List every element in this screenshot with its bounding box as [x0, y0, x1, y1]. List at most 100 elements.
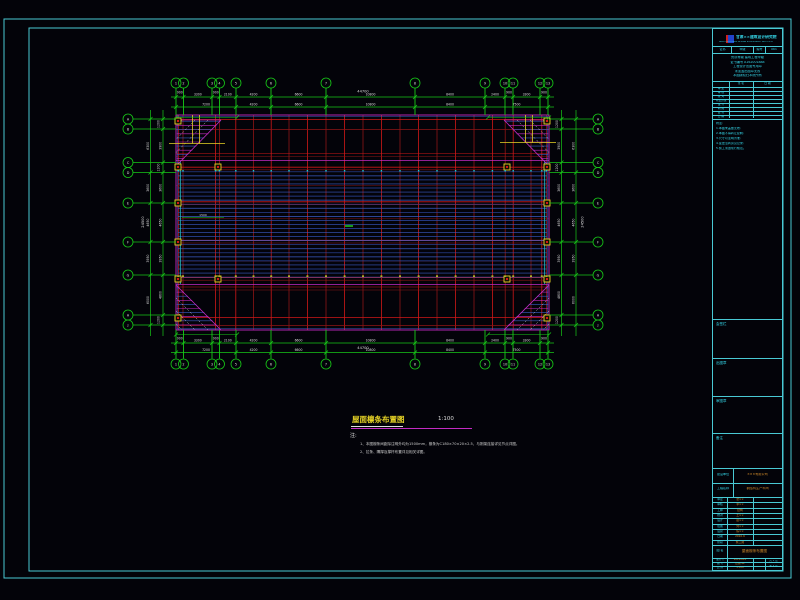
info-line: 工程设计出图专用章 — [713, 65, 782, 69]
axis-bubble-label: H — [597, 313, 600, 317]
dim-text: 900 — [506, 91, 512, 95]
axis-bubble-label: H — [127, 313, 130, 317]
title-block-divider — [713, 53, 782, 54]
sign-header: 签 名 — [730, 82, 752, 85]
axis-bubble-label: F — [127, 240, 129, 244]
axis-bubble-label: 11 — [511, 81, 515, 85]
dim-text: 3900 — [557, 142, 561, 150]
info-line: 证书编号 A162001888 — [713, 61, 782, 65]
wedge-hypotenuse — [504, 285, 549, 330]
column-marker-core — [177, 202, 179, 204]
dim-total-left: 24500 — [141, 216, 145, 228]
purlin-clip-dot — [541, 170, 542, 171]
purlin-clip-dot — [546, 170, 547, 171]
dim-text: 1200 — [156, 316, 160, 324]
axis-bubble-label: 6 — [270, 362, 272, 366]
purlin-clip-dot — [492, 170, 493, 171]
purlin-clip-dot — [455, 275, 457, 277]
dim-text: 4800 — [158, 291, 162, 299]
purlin-clip-dot — [541, 275, 543, 277]
tb-note-line: 4.变更洽商另见记录; — [716, 142, 744, 145]
axis-bubble-label: J — [127, 323, 129, 327]
dim-text: 3900 — [158, 142, 162, 150]
dim-text: 7500 — [513, 348, 521, 352]
info-line: 资质等级 建筑工程甲级 — [713, 56, 782, 60]
dim-text: 3950 — [557, 255, 561, 263]
dim-text: 3300 — [523, 93, 531, 97]
purlin-clip-dot — [362, 170, 363, 171]
axis-bubble-label: 1 — [175, 362, 177, 366]
dim-total-top: 44700 — [357, 89, 369, 93]
sheet-canvas: 15001234567891011121312345678910111213AB… — [0, 0, 800, 600]
dim-text: 6600 — [295, 338, 303, 342]
axis-bubble-label: E — [597, 201, 599, 205]
purlin-clip-dot — [344, 170, 345, 171]
column-marker-core — [546, 241, 548, 243]
company-name: 甘肃××建筑设计研究院 — [736, 35, 777, 39]
purlin-clip-dot — [178, 170, 179, 171]
dim-text: 3950 — [571, 255, 575, 263]
sheet-name-value: 屋面檩条布置图 — [728, 549, 781, 553]
cert-cell: 编号 — [754, 48, 765, 51]
dim-text: 1200 — [555, 120, 559, 128]
axis-bubble-label: 11 — [511, 362, 515, 366]
purlin-clip-dot — [504, 275, 506, 277]
info-line: 本图版权归本院所有 — [713, 74, 782, 78]
purlin-clip-dot — [399, 275, 401, 277]
title-block-divider — [713, 483, 782, 484]
column-marker-core — [546, 202, 548, 204]
axis-bubble-label: 6 — [270, 81, 272, 85]
dim-total-right: 24500 — [581, 216, 585, 228]
tb-note-line: 附注: — [716, 122, 723, 125]
axis-bubble-label: 4 — [218, 362, 220, 366]
dim-text: 8400 — [446, 103, 454, 107]
purlin-clip-dot — [271, 170, 272, 171]
column-marker-core — [177, 166, 179, 168]
company-name-en: ARCHITECTURAL DESIGN & RESEARCH INSTITUT… — [719, 41, 773, 44]
axis-bubble-label: B — [127, 127, 130, 131]
purlin-clip-dot — [235, 170, 236, 171]
small-row-label: 审定 — [714, 498, 726, 501]
purlin-clip-dot — [381, 170, 382, 171]
dim-text: 3950 — [158, 255, 162, 263]
purlin-clip-dot — [380, 275, 382, 277]
dim-text: 900 — [541, 336, 547, 340]
dim-text: 2400 — [491, 338, 499, 342]
title-block-divider — [753, 558, 754, 570]
small-row-value: 李×× — [728, 503, 752, 506]
sheet-name-label: 图 名 — [714, 549, 726, 552]
small-row-value: 赵×× — [728, 519, 752, 522]
column-marker-core — [177, 278, 179, 280]
dim-text: 4650 — [557, 219, 561, 227]
notes-items: 1、本图檩条间距除注明外均为1500mm，檩条为C180×70×20×2.5，与… — [350, 442, 580, 455]
dim-text: 4650 — [571, 219, 575, 227]
dim-text: 3600 — [571, 184, 575, 192]
purlin-clip-dot — [307, 170, 308, 171]
purlin-clip-dot — [177, 275, 179, 277]
axis-bubble-label: C — [127, 161, 130, 165]
bottom-row-label: 建设单位 — [714, 473, 732, 476]
axis-bubble-label: 4 — [218, 81, 220, 85]
bottom-row-label: 工程名称 — [714, 487, 732, 490]
column-marker-core — [546, 278, 548, 280]
axis-bubble-label: 9 — [484, 81, 486, 85]
purlin-clip-dot — [473, 275, 475, 277]
title-block-divider — [713, 396, 782, 397]
purlin-clip-dot — [418, 170, 419, 171]
small-row-value: 2010.6 — [728, 535, 752, 538]
axis-bubble-label: 10 — [503, 81, 507, 85]
dim-text: 900 — [541, 91, 547, 95]
dim-text: 3300 — [523, 338, 531, 342]
tb-note-line: 3.尺寸以注明为准; — [716, 137, 741, 140]
purlin-clip-dot — [491, 275, 493, 277]
axis-bubble-label: 7 — [325, 81, 327, 85]
small-row-value: 王×× — [728, 514, 752, 517]
section-label: 审图章 — [716, 399, 727, 403]
dim-text: 2100 — [224, 93, 232, 97]
dim-text: 6300 — [146, 142, 150, 150]
column-marker-core — [546, 317, 548, 319]
purlin-clip-dot — [288, 275, 290, 277]
axis-bubble-label: 13 — [546, 81, 550, 85]
axis-bubble-label: G — [127, 273, 130, 277]
axis-bubble-label: E — [127, 201, 129, 205]
